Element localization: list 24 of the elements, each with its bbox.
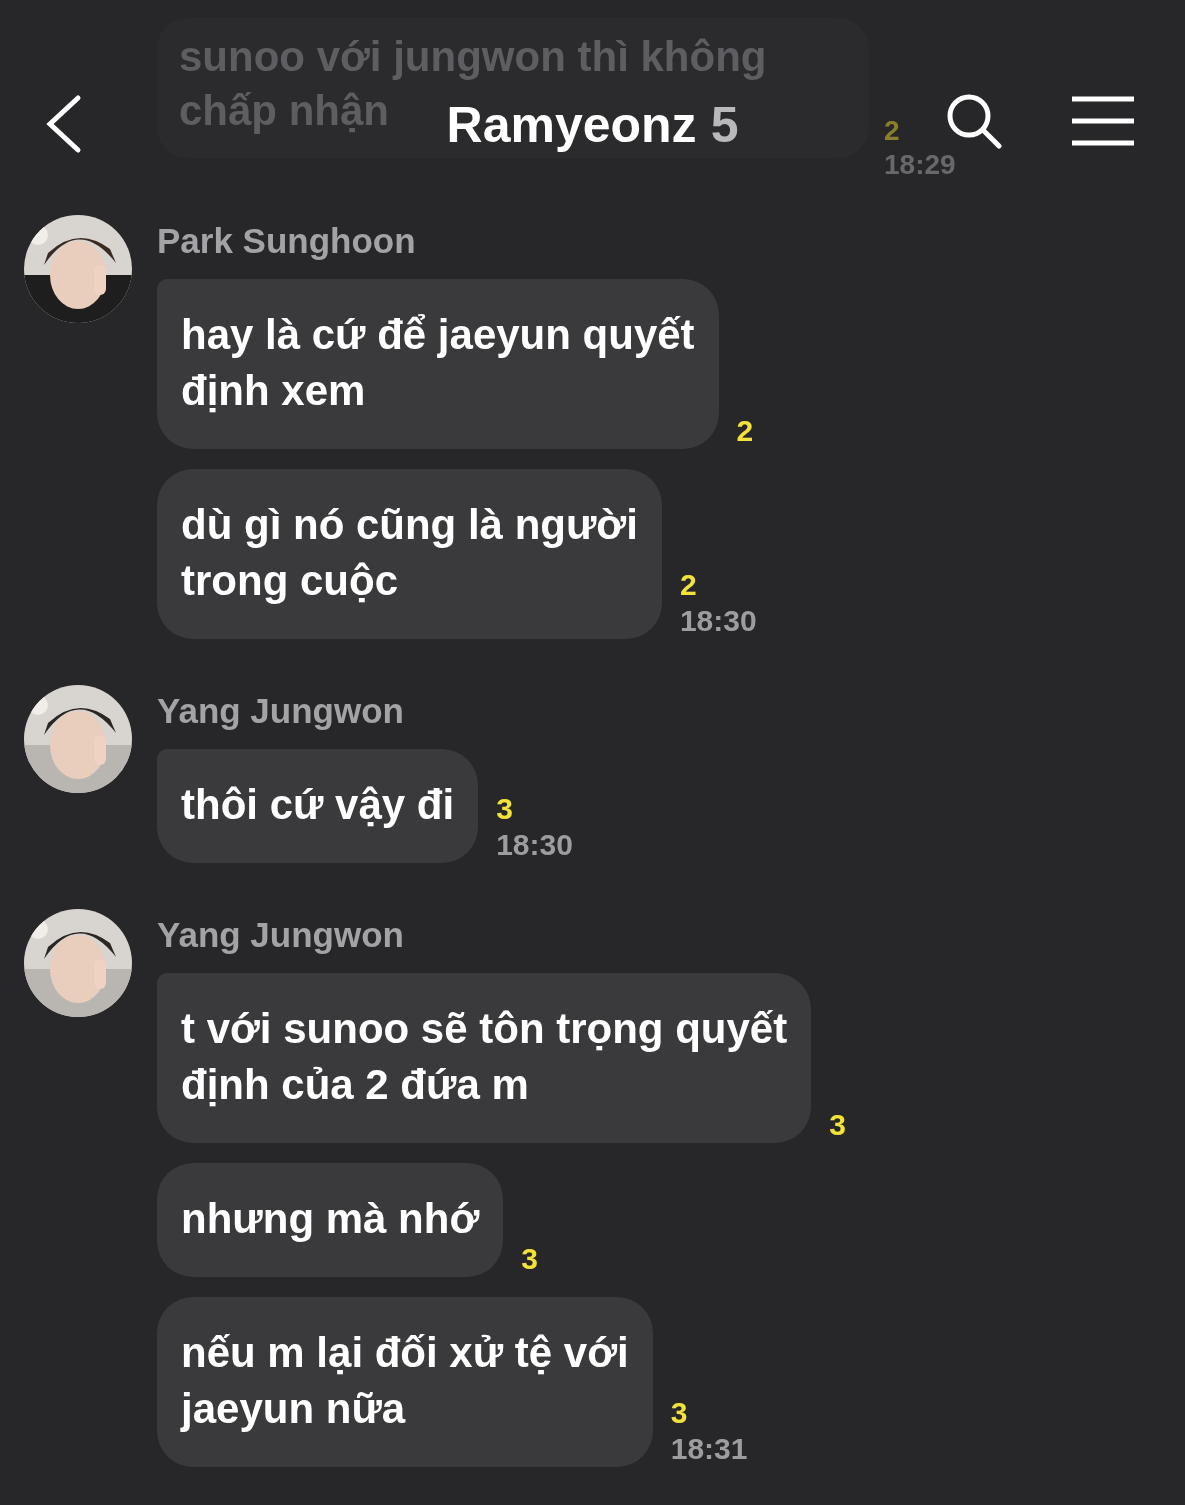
message-bubble: thôi cứ vậy đi [157,749,479,863]
menu-icon[interactable] [1070,96,1136,146]
read-count: 3 [829,1107,846,1143]
read-count: 2 [736,413,754,449]
read-count: 3 [496,791,514,827]
sender-name: Yang Jungwon [157,915,405,955]
message-bubble: nhưng mà nhớ [157,1163,504,1277]
message-bubble: nếu m lại đối xử tệ với jaeyun nữa [157,1297,653,1467]
message-time: 18:29 [884,148,956,182]
message-bubble: dù gì nó cũng là người trong cuộc [157,469,662,639]
message-time: 18:31 [670,1431,748,1467]
sender-name: Yang Jungwon [157,691,405,731]
read-count: 2 [679,567,698,603]
search-icon[interactable] [945,93,1003,149]
read-count: 2 [884,114,900,148]
sender-name: Park Sunghoon [157,221,417,261]
member-count: 5 [710,96,739,154]
message-bubble: hay là cứ để jaeyun quyết định xem [157,279,719,449]
read-count: 3 [521,1241,538,1277]
message-time: 18:30 [679,603,757,639]
message-bubble: t với sunoo sẽ tôn trọng quyết định của 2 đứa m [157,973,812,1143]
message-time: 18:30 [496,827,573,863]
read-count: 3 [670,1395,689,1431]
chat-title: Ramyeonz [446,96,697,154]
